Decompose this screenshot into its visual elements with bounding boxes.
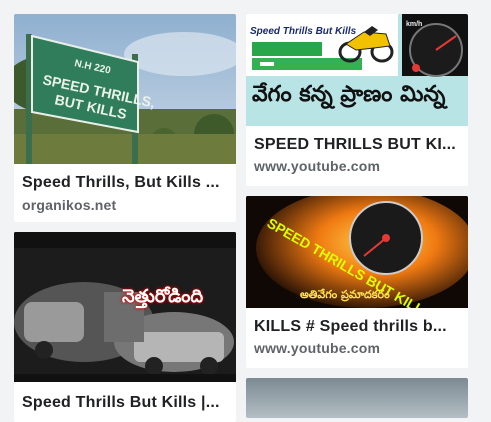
result-card-partial[interactable]: [246, 378, 468, 418]
result-thumbnail[interactable]: [246, 378, 468, 418]
telugu-caption: అతివేగం ప్రమాదకరం: [300, 288, 390, 301]
result-source[interactable]: www.youtube.com: [254, 158, 380, 174]
result-title[interactable]: SPEED THRILLS BUT KI...: [254, 136, 462, 154]
banner-text: Speed Thrills But Kills: [250, 26, 357, 37]
result-thumbnail[interactable]: SPEED THRILLS BUT KILLS అతివేగం ప్రమాదకర…: [246, 196, 468, 308]
result-thumbnail[interactable]: km/h Speed Thrills But Kills వేగం కన్న ప…: [246, 14, 468, 126]
image-results-grid: N.H 220 SPEED THRILLS, BUT KILLS Speed T…: [0, 0, 491, 422]
result-thumbnail[interactable]: నెత్తురోడింది: [14, 232, 236, 382]
speedo-unit: km/h: [406, 21, 422, 28]
result-card-accident[interactable]: నెత్తురోడింది Speed Thrills But Kills |.…: [14, 232, 236, 422]
road-sign-photo-icon: N.H 220 SPEED THRILLS, BUT KILLS: [14, 14, 236, 164]
result-source[interactable]: organikos.net: [22, 197, 116, 213]
result-card-organikos[interactable]: N.H 220 SPEED THRILLS, BUT KILLS Speed T…: [14, 14, 236, 222]
result-thumbnail[interactable]: N.H 220 SPEED THRILLS, BUT KILLS: [14, 14, 236, 164]
result-card-youtube-1[interactable]: km/h Speed Thrills But Kills వేగం కన్న ప…: [246, 14, 468, 186]
result-card-youtube-2[interactable]: SPEED THRILLS BUT KILLS అతివేగం ప్రమాదకర…: [246, 196, 468, 368]
telugu-slogan: వేగం కన్న ప్రాణం మిన్న: [252, 82, 446, 107]
result-title[interactable]: Speed Thrills But Kills |...: [22, 394, 230, 412]
telugu-overlay: నెత్తురోడింది: [122, 286, 204, 307]
result-title[interactable]: KILLS # Speed thrills b...: [254, 318, 462, 336]
result-source[interactable]: www.youtube.com: [254, 340, 380, 356]
result-title[interactable]: Speed Thrills, But Kills ...: [22, 174, 230, 192]
